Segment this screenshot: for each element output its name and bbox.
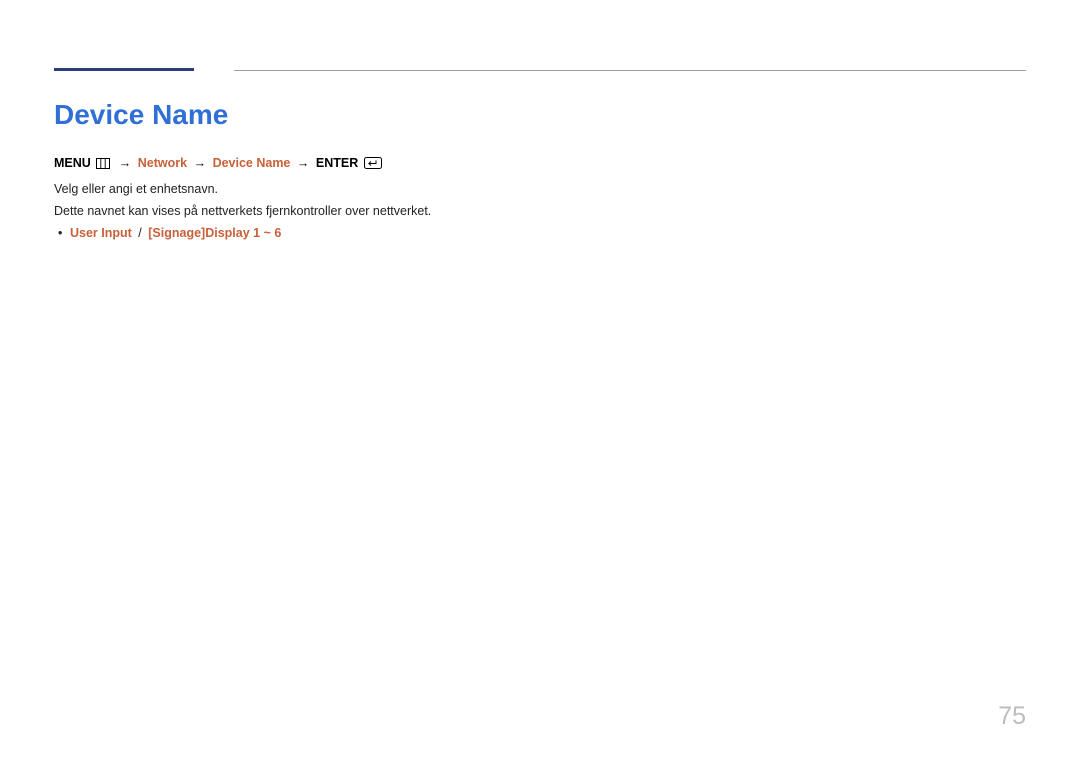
options-bullet: User Input / [Signage]Display 1 ~ 6 bbox=[54, 223, 1026, 243]
body-line-1: Velg eller angi et enhetsnavn. bbox=[54, 179, 1026, 199]
divider-line bbox=[234, 70, 1026, 71]
option-range: [Signage]Display 1 ~ 6 bbox=[148, 226, 281, 240]
page-number: 75 bbox=[998, 702, 1026, 731]
menu-icon bbox=[96, 155, 110, 175]
breadcrumb: MENU → Network → Device Name → ENTER bbox=[54, 153, 1026, 175]
breadcrumb-device-name: Device Name bbox=[213, 156, 291, 170]
breadcrumb-arrow-2: → bbox=[191, 156, 210, 170]
option-separator: / bbox=[135, 226, 144, 240]
option-user-input: User Input bbox=[70, 226, 132, 240]
body-line-2: Dette navnet kan vises på nettverkets fj… bbox=[54, 201, 1026, 221]
breadcrumb-arrow-3: → bbox=[294, 156, 313, 170]
breadcrumb-enter-label: ENTER bbox=[316, 156, 358, 170]
breadcrumb-network: Network bbox=[138, 156, 187, 170]
breadcrumb-arrow-1: → bbox=[116, 156, 135, 170]
enter-icon bbox=[364, 155, 382, 175]
header-rule bbox=[54, 68, 1026, 71]
breadcrumb-menu-label: MENU bbox=[54, 156, 91, 170]
accent-bar bbox=[54, 68, 194, 71]
section-title: Device Name bbox=[54, 99, 1026, 131]
